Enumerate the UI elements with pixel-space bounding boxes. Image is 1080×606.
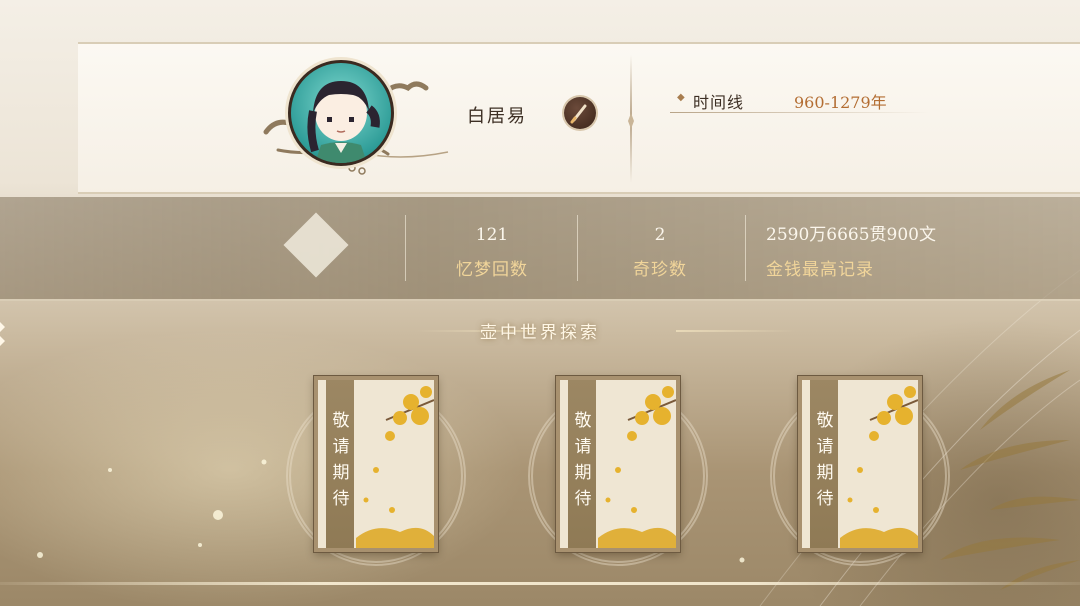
stat-value: 2590万6665贯900文: [766, 225, 936, 245]
divider-ornament-icon: [628, 113, 634, 129]
card-frame: 敬 请 期 待: [798, 376, 922, 552]
stat-separator: [745, 215, 746, 281]
section-title: 壶中世界探索: [480, 323, 600, 343]
exploration-card[interactable]: 敬 请 期 待: [770, 368, 998, 566]
exploration-card[interactable]: 敬 请 期 待: [528, 368, 756, 566]
avatar-portrait: [288, 60, 394, 166]
card-frame: 敬 请 期 待: [314, 376, 438, 552]
card-coming-soon-text: 敬 请 期 待: [816, 411, 834, 509]
stat-treasure-count: 2 奇珍数: [600, 224, 720, 280]
timeline-label: 时间线: [693, 93, 745, 112]
card-coming-soon-text: 敬 请 期 待: [574, 411, 592, 509]
stat-label: 金钱最高记录: [766, 260, 874, 280]
brush-icon: [570, 104, 587, 124]
exploration-card[interactable]: 敬 请 期 待: [286, 368, 514, 566]
stat-separator: [577, 215, 578, 281]
card-coming-soon-text: 敬 请 期 待: [332, 411, 350, 509]
stat-money-record: 2590万6665贯900文 金钱最高记录: [766, 224, 966, 280]
stat-label: 忆梦回数: [456, 260, 528, 280]
stat-separator: [405, 215, 406, 281]
stat-value: 121: [475, 225, 509, 245]
timeline-underline: [670, 112, 930, 113]
stat-dream-count: 121 忆梦回数: [432, 224, 552, 280]
character-name: 白居易: [467, 106, 527, 127]
stat-value: 2: [654, 225, 666, 245]
edit-button[interactable]: [564, 97, 596, 129]
stat-label: 奇珍数: [633, 260, 687, 280]
ginkgo-leaves-icon: [356, 386, 434, 548]
bottom-divider: [0, 582, 1080, 585]
avatar[interactable]: [258, 52, 458, 182]
timeline-value: 960-1279年: [794, 93, 887, 112]
card-frame: 敬 请 期 待: [556, 376, 680, 552]
diamond-bullet-icon: ◆: [677, 92, 685, 103]
character-portrait-icon: [307, 81, 380, 163]
ginkgo-leaves-icon: [598, 386, 676, 548]
ginkgo-leaves-icon: [840, 386, 918, 548]
